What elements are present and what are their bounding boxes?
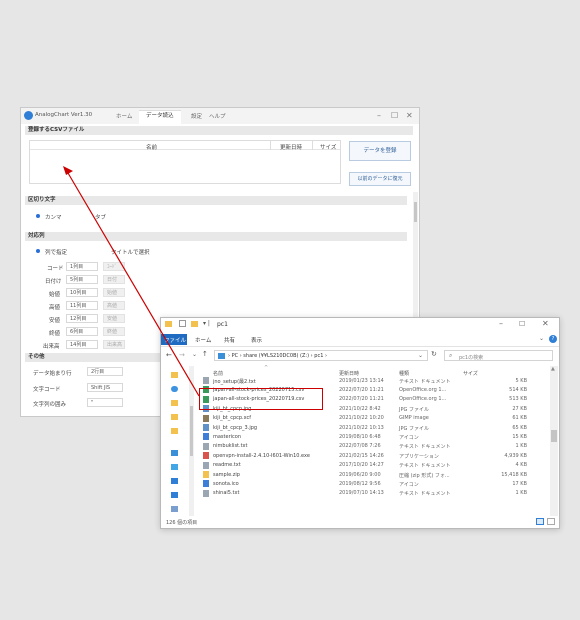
drag-arrow [63,166,200,397]
